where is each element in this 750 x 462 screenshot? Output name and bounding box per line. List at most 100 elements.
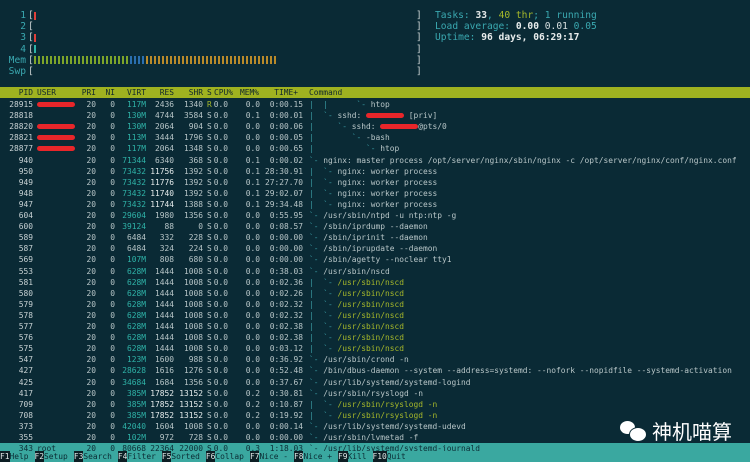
- process-row[interactable]: 949 20 0 73432 11776 1392 S 0.0 0.1 27:27.70 | `- …: [0, 177, 750, 188]
- meter-tick: [114, 56, 116, 65]
- process-row[interactable]: 579 20 0 628M 1444 1008 S 0.0 0.0 0:02.32 | `- /us…: [0, 299, 750, 310]
- process-row[interactable]: 578 20 0 628M 1444 1008 S 0.0 0.0 0:02.32 | `- /us…: [0, 310, 750, 321]
- cell-pid: 373: [18, 421, 33, 431]
- command-text: nginx: worker process: [337, 188, 438, 198]
- process-row[interactable]: 577 20 0 628M 1444 1008 S 0.0 0.0 0:02.38 | `- /us…: [0, 321, 750, 332]
- fkey-f7[interactable]: F7: [249, 451, 260, 462]
- process-row[interactable]: 417 20 0 385M 17852 13152 S 0.0 0.2 0:30.81 `- /us…: [0, 388, 750, 399]
- column-s-header[interactable]: S: [207, 87, 213, 98]
- fkey-label-filter[interactable]: Filter: [127, 451, 162, 462]
- process-row[interactable]: 604 20 0 29604 1980 1356 S 0.0 0.0 0:55.95 `- /usr…: [0, 210, 750, 221]
- fkey-f3[interactable]: F3: [73, 451, 84, 462]
- process-row[interactable]: 28820 20 0 130M 2064 904 S 0.0 0.0 0:00.06 | `- ss…: [0, 121, 750, 132]
- fkey-f10[interactable]: F10: [372, 451, 387, 462]
- threads-count: 40: [498, 10, 511, 21]
- process-row[interactable]: 575 20 0 628M 1444 1008 S 0.0 0.0 0:03.12 | `- /us…: [0, 343, 750, 354]
- fkey-f6[interactable]: F6: [205, 451, 216, 462]
- cell-pri: 20: [86, 144, 96, 154]
- process-row[interactable]: 547 20 0 123M 1600 988 S 0.0 0.0 0:36.92 `- /usr/s…: [0, 354, 750, 365]
- cell-res: 972: [159, 433, 174, 442]
- cell-pid: 947: [18, 199, 33, 209]
- process-row[interactable]: 576 20 0 628M 1444 1008 S 0.0 0.0 0:02.38 | `- /us…: [0, 332, 750, 343]
- fkey-f9[interactable]: F9: [338, 451, 348, 462]
- meter-label: 1: [20, 10, 26, 21]
- fkey-f2[interactable]: F2: [34, 451, 45, 462]
- meter-tick: [234, 56, 236, 65]
- cell-pid: 576: [18, 333, 33, 343]
- cell-pri: 20: [86, 322, 96, 331]
- process-row[interactable]: 427 20 0 28628 1616 1276 S 0.0 0.0 0:52.48 `- /bin…: [0, 365, 750, 376]
- process-row[interactable]: 947 20 0 73432 11744 1388 S 0.0 0.1 29:34.48 | `- …: [0, 199, 750, 210]
- tree-branch: `-: [309, 421, 324, 431]
- column-res-header[interactable]: RES: [146, 87, 174, 98]
- column-mem-header[interactable]: MEM%: [240, 87, 262, 98]
- fkey-f5[interactable]: F5: [161, 451, 172, 462]
- process-row[interactable]: 28915 20 0 117M 2436 1340 R 0.0 0.0 0:00.15 | | `-…: [0, 99, 750, 110]
- tree-branch: | `-: [309, 144, 381, 154]
- watermark: 神机喵算: [620, 416, 732, 445]
- column-virt-header[interactable]: VIRT: [118, 87, 146, 98]
- fkey-label-nice[interactable]: Nice +: [303, 451, 338, 462]
- cell-ni: 0: [110, 100, 115, 109]
- process-row[interactable]: 589 20 0 6484 332 228 S 0.0 0.0 0:00.00 `- /sbin/i…: [0, 232, 750, 243]
- process-row[interactable]: 28818 20 0 130M 4744 3584 S 0.0 0.1 0:00.01 | `- s…: [0, 110, 750, 121]
- cell-shr: 1008: [183, 266, 203, 276]
- fkey-label-help[interactable]: Help: [10, 451, 35, 462]
- cell-res: 1444: [154, 299, 174, 309]
- cell-pid: 28821: [9, 133, 33, 143]
- process-row[interactable]: 587 20 0 6484 324 224 S 0.0 0.0 0:00.00 `- /sbin/i…: [0, 243, 750, 254]
- cell-virt: 42040: [122, 421, 146, 431]
- process-row[interactable]: 950 20 0 73432 11756 1392 S 0.0 0.1 28:30.91 | `- …: [0, 166, 750, 177]
- column-header[interactable]: PID USER PRI NI VIRT RES SHR S CPU% MEM% TIME+ Comm…: [0, 87, 750, 98]
- cell-time: 0:00.00: [269, 433, 303, 442]
- cell-virt: 29604: [122, 211, 146, 220]
- cell-virt: 628M: [126, 344, 146, 354]
- fkey-label-nice[interactable]: Nice -: [259, 451, 294, 462]
- process-row[interactable]: 553 20 0 628M 1444 1008 S 0.0 0.0 0:38.03 `- /usr/…: [0, 266, 750, 277]
- cell-pid: 589: [18, 233, 33, 243]
- cell-shr: 0: [198, 222, 203, 232]
- fkey-label-collap[interactable]: Collap: [215, 451, 250, 462]
- process-row[interactable]: 425 20 0 34684 1684 1356 S 0.0 0.0 0:37.67 `- /usr…: [0, 377, 750, 388]
- column-user-header[interactable]: USER: [37, 87, 75, 98]
- column-cpu-header[interactable]: CPU%: [214, 87, 238, 98]
- column-ni-header[interactable]: NI: [100, 87, 115, 98]
- process-row[interactable]: 580 20 0 628M 1444 1008 S 0.0 0.0 0:02.26 | `- /us…: [0, 288, 750, 299]
- cell-pid: 708: [18, 410, 33, 420]
- fkey-f1[interactable]: F1: [0, 451, 10, 462]
- process-row[interactable]: 28821 20 0 113M 3444 1796 S 0.0 0.0 0:00.05 | `- -…: [0, 132, 750, 143]
- fkey-f8[interactable]: F8: [293, 451, 304, 462]
- column-pid-header[interactable]: PID: [0, 87, 33, 98]
- process-row[interactable]: 948 20 0 73432 11740 1392 S 0.0 0.1 29:02.07 | `- …: [0, 188, 750, 199]
- fkey-label-kill[interactable]: Kill: [348, 451, 373, 462]
- cell-shr: 728: [188, 433, 203, 442]
- cell-pri: 20: [86, 222, 96, 232]
- cell-time: 0:38.03: [269, 266, 303, 276]
- process-row[interactable]: 600 20 0 39124 88 0 S 0.0 0.0 0:08.57 `- /sbin/ipr…: [0, 221, 750, 232]
- fkey-f4[interactable]: F4: [117, 451, 128, 462]
- cell-pri: 20: [86, 244, 96, 254]
- meter-bracket-close: ]: [416, 21, 422, 33]
- cell-cpu: 0.0: [213, 310, 228, 320]
- column-command-header[interactable]: Command: [309, 87, 369, 98]
- cell-shr: 1008: [183, 299, 203, 309]
- fkey-label-sorted[interactable]: Sorted: [171, 451, 206, 462]
- fkey-label-quit[interactable]: Quit: [387, 451, 412, 462]
- fkey-label-search[interactable]: Search: [83, 451, 118, 462]
- cell-ni: 0: [110, 222, 115, 232]
- process-row[interactable]: 709 20 0 385M 17852 13152 S 0.0 0.2 0:10.87 | `- /…: [0, 399, 750, 410]
- process-row[interactable]: 940 20 0 71344 6340 368 S 0.0 0.1 0:00.02 `- nginx…: [0, 155, 750, 166]
- process-row[interactable]: 569 20 0 107M 808 680 S 0.0 0.0 0:00.00 `- /sbin/a…: [0, 254, 750, 265]
- column-time-header[interactable]: TIME+: [262, 87, 298, 98]
- tree-branch: | `-: [309, 133, 367, 143]
- process-row[interactable]: 28877 20 0 117M 2064 1348 S 0.0 0.0 0:00.65 | `- h…: [0, 143, 750, 154]
- meter-tick: [206, 56, 208, 65]
- meter-bar: [33, 10, 37, 21]
- fkey-label-setup[interactable]: Setup: [44, 451, 74, 462]
- column-shr-header[interactable]: SHR: [175, 87, 203, 98]
- cell-res: 17852: [150, 388, 174, 398]
- column-pri-header[interactable]: PRI: [76, 87, 96, 98]
- process-row[interactable]: 581 20 0 628M 1444 1008 S 0.0 0.0 0:02.36 | `- /us…: [0, 277, 750, 288]
- command-text: /sbin/iprdump --daemon: [323, 222, 428, 232]
- cell-mem: 0.1: [245, 111, 260, 121]
